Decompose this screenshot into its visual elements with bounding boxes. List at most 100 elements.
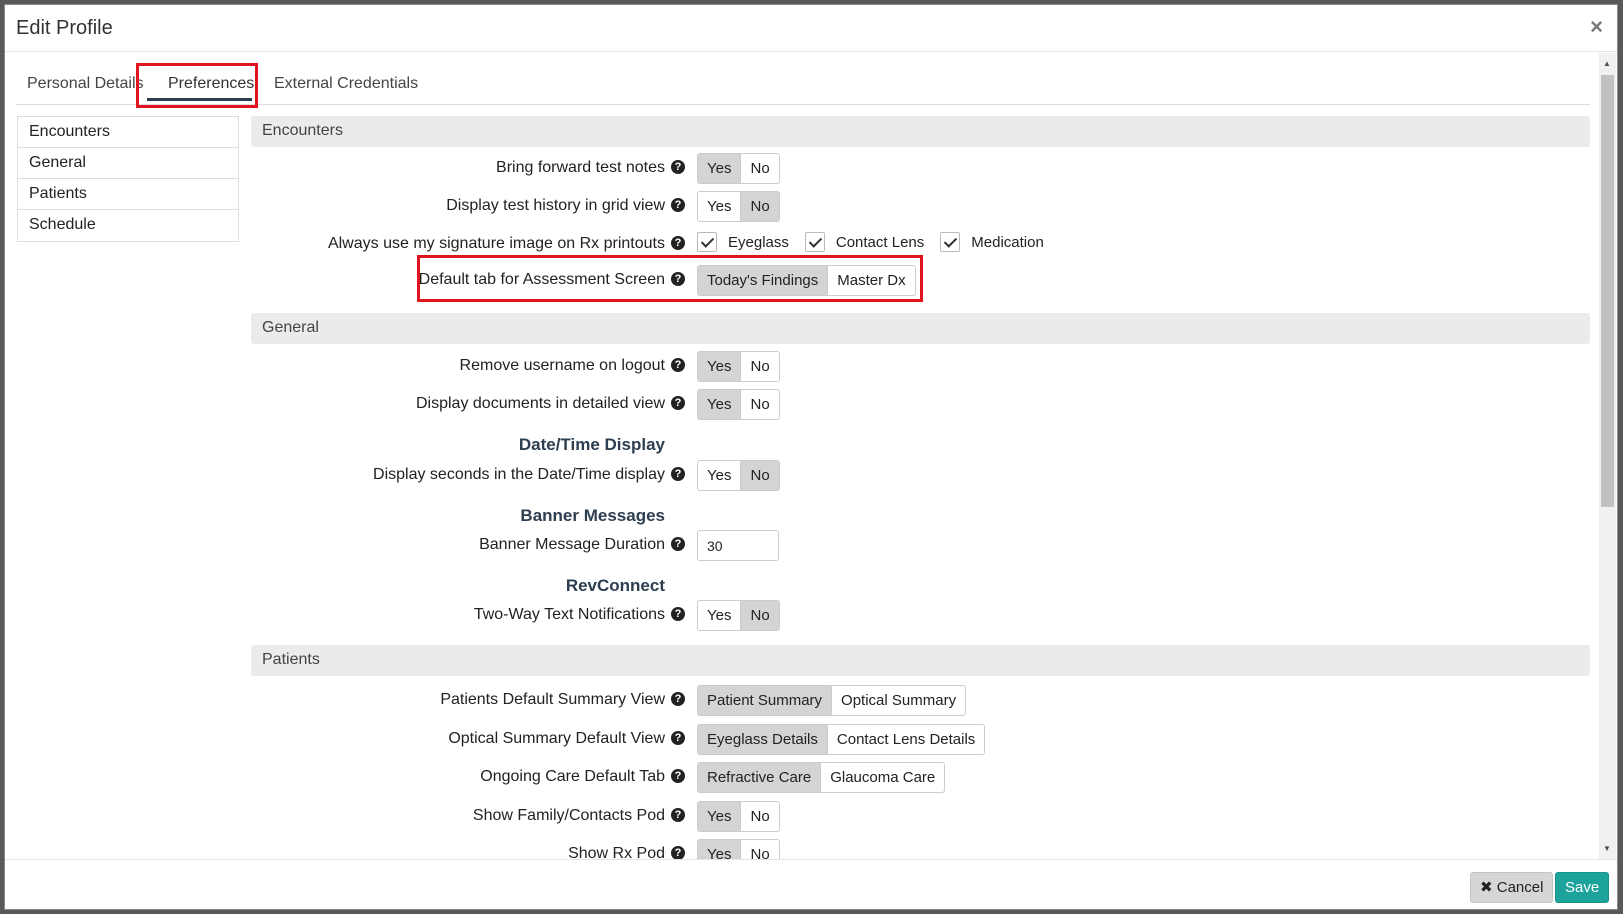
help-icon[interactable]: ?: [671, 358, 685, 372]
family-pod-toggle: Yes No: [697, 801, 780, 832]
scroll-up-arrow-icon[interactable]: ▲: [1603, 59, 1611, 68]
remove-username-label: Remove username on logout: [459, 357, 665, 374]
signature-label: Always use my signature image on Rx prin…: [327, 235, 665, 252]
help-icon[interactable]: ?: [671, 236, 685, 250]
help-icon[interactable]: ?: [671, 467, 685, 481]
tab-personal-details[interactable]: Personal Details: [27, 75, 144, 93]
grid-view-yes[interactable]: Yes: [698, 192, 742, 221]
remove-username-row: Remove username on logout ? Yes No: [5, 351, 1600, 383]
seconds-no[interactable]: No: [741, 461, 779, 490]
help-icon[interactable]: ?: [671, 731, 685, 745]
help-icon[interactable]: ?: [671, 607, 685, 621]
contact-lens-checkbox-label: Contact Lens: [835, 233, 925, 251]
bring-forward-yes[interactable]: Yes: [698, 154, 742, 183]
scroll-down-arrow-icon[interactable]: ▼: [1603, 844, 1611, 853]
tab-external-credentials[interactable]: External Credentials: [274, 75, 418, 93]
remove-username-no[interactable]: No: [741, 352, 778, 381]
vertical-scrollbar[interactable]: ▲ ▼: [1599, 53, 1616, 859]
seconds-yes[interactable]: Yes: [698, 461, 742, 490]
two-way-yes[interactable]: Yes: [698, 601, 742, 630]
family-pod-yes[interactable]: Yes: [698, 802, 742, 831]
help-icon[interactable]: ?: [671, 396, 685, 410]
optical-view-toggle: Eyeglass Details Contact Lens Details: [697, 724, 986, 755]
signature-checkbox-group: Eyeglass Contact Lens Medication: [697, 232, 1060, 252]
cancel-x-icon: ✖: [1480, 879, 1493, 896]
family-pod-label: Show Family/Contacts Pod: [472, 807, 665, 824]
banner-duration-row: Banner Message Duration ?: [5, 530, 1600, 562]
docs-detailed-no[interactable]: No: [741, 390, 778, 419]
bring-forward-label: Bring forward test notes: [496, 159, 665, 176]
summary-view-toggle: Patient Summary Optical Summary: [697, 685, 967, 716]
modal-footer: ✖ Cancel Save: [5, 859, 1617, 911]
patient-summary-option[interactable]: Patient Summary: [698, 686, 833, 715]
rx-pod-label: Show Rx Pod: [568, 845, 665, 859]
grid-view-label: Display test history in grid view: [446, 197, 665, 214]
help-icon[interactable]: ?: [671, 769, 685, 783]
refractive-care-option[interactable]: Refractive Care: [698, 763, 822, 792]
banner-messages-heading: Banner Messages: [520, 506, 665, 525]
datetime-heading: Date/Time Display: [518, 435, 665, 454]
edit-profile-modal: Edit Profile × Personal Details Preferen…: [4, 4, 1618, 910]
section-header-patients: Patients: [251, 645, 1590, 676]
eyeglass-details-option[interactable]: Eyeglass Details: [698, 725, 828, 754]
rx-pod-toggle: Yes No: [697, 839, 780, 859]
summary-view-row: Patients Default Summary View ? Patient …: [5, 685, 1600, 717]
modal-header: Edit Profile ×: [5, 5, 1617, 52]
modal-body: Personal Details Preferences External Cr…: [5, 53, 1600, 859]
section-header-encounters: Encounters: [251, 116, 1590, 147]
glaucoma-care-option[interactable]: Glaucoma Care: [821, 763, 944, 792]
revconnect-heading: RevConnect: [565, 576, 665, 595]
two-way-label: Two-Way Text Notifications: [473, 606, 665, 623]
two-way-toggle: Yes No: [697, 600, 780, 631]
help-icon[interactable]: ?: [671, 808, 685, 822]
rx-pod-no[interactable]: No: [741, 840, 778, 859]
docs-detailed-label: Display documents in detailed view: [415, 395, 665, 412]
two-way-no[interactable]: No: [741, 601, 779, 630]
medication-checkbox-label: Medication: [971, 233, 1044, 251]
optical-view-row: Optical Summary Default View ? Eyeglass …: [5, 724, 1600, 756]
bring-forward-no[interactable]: No: [741, 154, 778, 183]
highlight-box-default-tab: [417, 255, 923, 302]
bring-forward-row: Bring forward test notes ? Yes No: [5, 153, 1600, 185]
eyeglass-checkbox[interactable]: [697, 232, 717, 252]
grid-view-toggle: Yes No: [697, 191, 780, 222]
contact-lens-checkbox[interactable]: [804, 232, 825, 252]
banner-duration-input[interactable]: [697, 530, 779, 561]
seconds-label: Display seconds in the Date/Time display: [373, 466, 665, 483]
remove-username-yes[interactable]: Yes: [698, 352, 742, 381]
cancel-button-label: Cancel: [1496, 879, 1544, 896]
contact-lens-details-option[interactable]: Contact Lens Details: [828, 725, 984, 754]
medication-checkbox[interactable]: [940, 232, 961, 252]
scrollbar-thumb[interactable]: [1601, 75, 1614, 507]
bring-forward-toggle: Yes No: [697, 153, 780, 184]
help-icon[interactable]: ?: [671, 846, 685, 859]
grid-view-no[interactable]: No: [741, 192, 779, 221]
family-pod-no[interactable]: No: [741, 802, 778, 831]
ongoing-care-label: Ongoing Care Default Tab: [480, 768, 665, 785]
close-icon[interactable]: ×: [1590, 14, 1603, 40]
sidebar-item-encounters[interactable]: Encounters: [18, 117, 238, 148]
rx-pod-row: Show Rx Pod ? Yes No: [5, 839, 1600, 859]
highlight-box-preferences: [136, 63, 258, 108]
optical-summary-option[interactable]: Optical Summary: [832, 686, 965, 715]
docs-detailed-row: Display documents in detailed view ? Yes…: [5, 389, 1600, 421]
seconds-row: Display seconds in the Date/Time display…: [5, 460, 1600, 492]
rx-pod-yes[interactable]: Yes: [698, 840, 742, 859]
modal-title: Edit Profile: [16, 17, 113, 39]
save-button[interactable]: Save: [1555, 872, 1610, 903]
help-icon[interactable]: ?: [671, 198, 685, 212]
help-icon[interactable]: ?: [671, 537, 685, 551]
banner-duration-label: Banner Message Duration: [479, 536, 665, 553]
ongoing-care-toggle: Refractive Care Glaucoma Care: [697, 762, 946, 793]
docs-detailed-yes[interactable]: Yes: [698, 390, 742, 419]
help-icon[interactable]: ?: [671, 692, 685, 706]
eyeglass-checkbox-label: Eyeglass: [728, 233, 789, 251]
section-header-general: General: [251, 313, 1590, 344]
docs-detailed-toggle: Yes No: [697, 389, 780, 420]
ongoing-care-row: Ongoing Care Default Tab ? Refractive Ca…: [5, 762, 1600, 794]
seconds-toggle: Yes No: [697, 460, 780, 491]
help-icon[interactable]: ?: [671, 160, 685, 174]
cancel-button[interactable]: ✖ Cancel: [1470, 872, 1554, 903]
summary-view-label: Patients Default Summary View: [440, 691, 665, 708]
family-pod-row: Show Family/Contacts Pod ? Yes No: [5, 801, 1600, 833]
